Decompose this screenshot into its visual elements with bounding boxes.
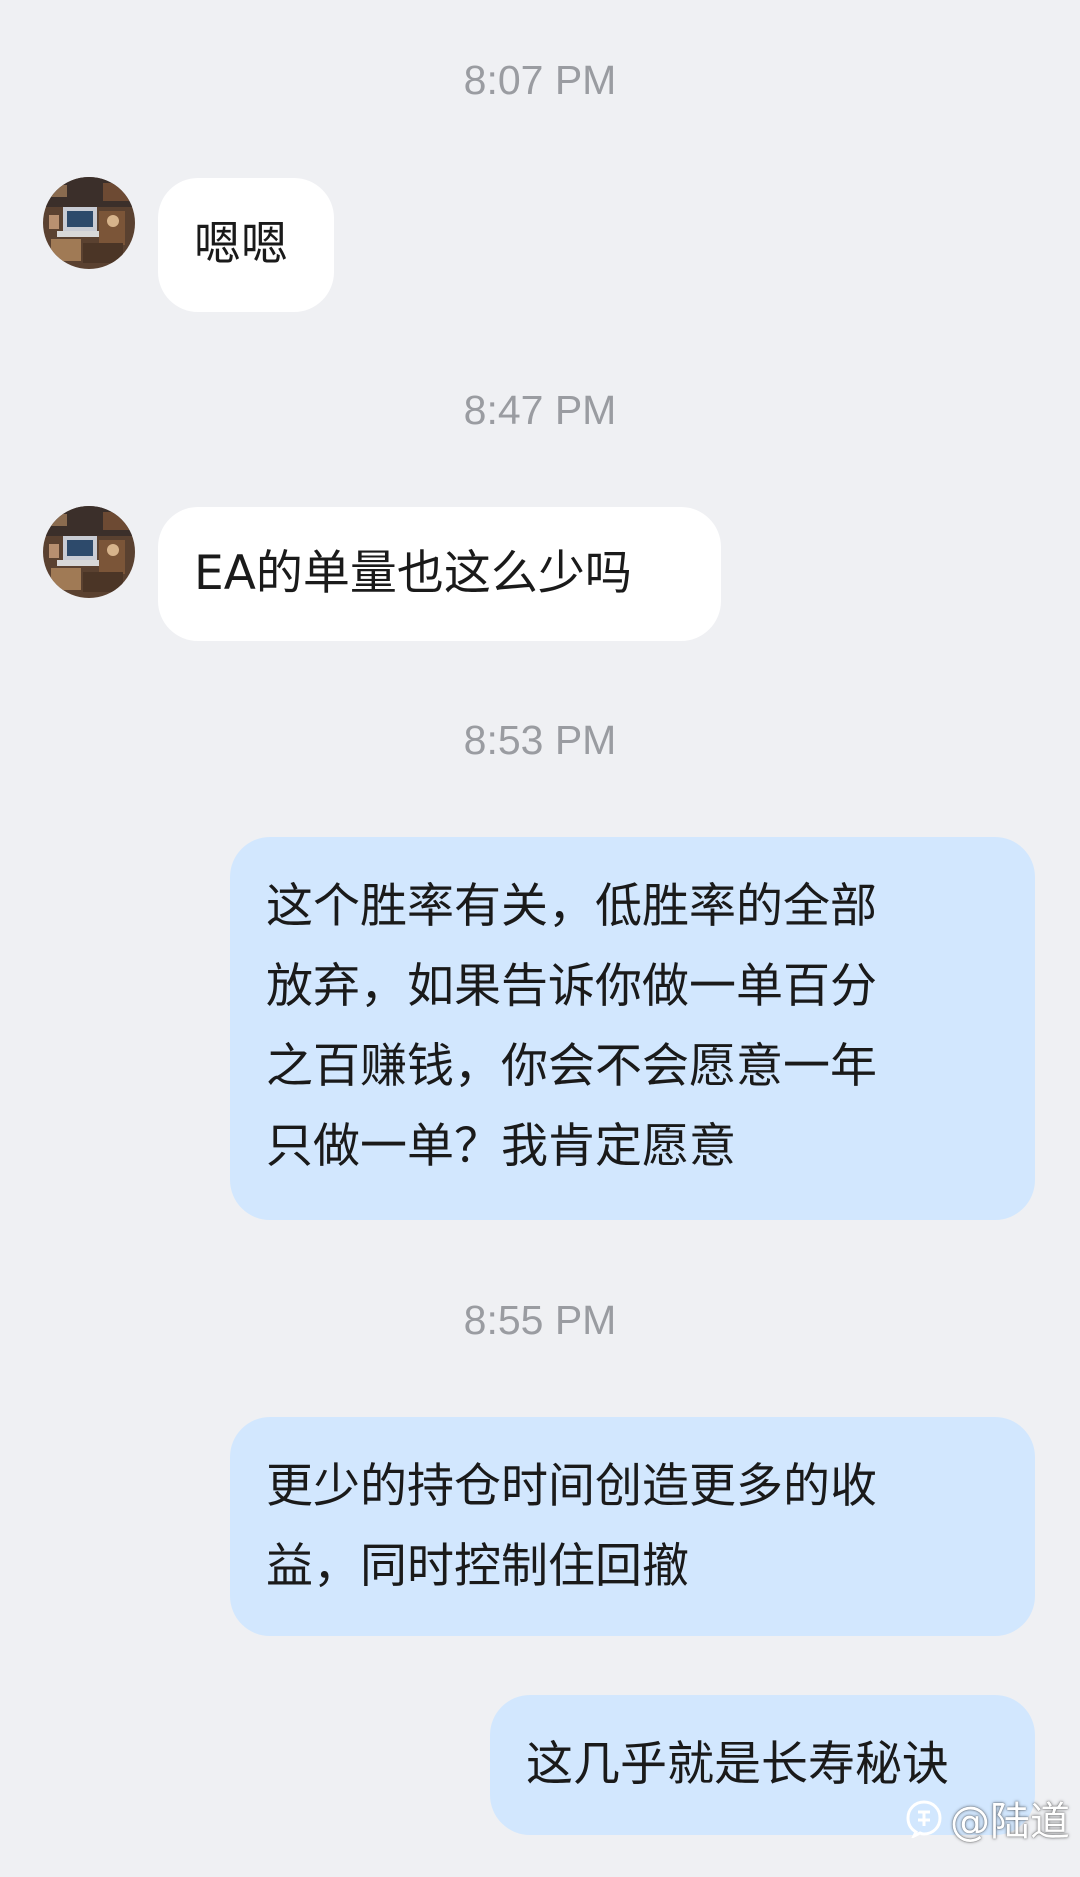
message-line: 更少的持仓时间创造更多的收 — [266, 1459, 877, 1514]
zhihu-logo-icon — [906, 1800, 942, 1838]
message-bubble-incoming[interactable]: 嗯嗯 — [158, 178, 334, 312]
message-line: 益，同时控制住回撤 — [266, 1539, 689, 1594]
message-bubble-outgoing[interactable]: 这个胜率有关，低胜率的全部 放弃，如果告诉你做一单百分 之百赚钱，你会不会愿意一… — [230, 837, 1035, 1220]
message-line: 放弃，如果告诉你做一单百分 — [266, 959, 877, 1014]
message-text: 嗯嗯 — [194, 217, 288, 272]
timestamp: 8:55 PM — [463, 1297, 617, 1343]
watermark: @陆道 — [904, 1789, 1070, 1847]
contact-avatar[interactable] — [43, 177, 135, 269]
message-text: EA的单量也这么少吗 — [194, 546, 632, 601]
message-line: 这个胜率有关，低胜率的全部 — [266, 879, 877, 934]
message-text: 这几乎就是长寿秘诀 — [526, 1737, 949, 1792]
message-line: 之百赚钱，你会不会愿意一年 — [266, 1039, 877, 1094]
message-bubble-incoming[interactable]: EA的单量也这么少吗 — [158, 507, 721, 641]
contact-avatar[interactable] — [43, 506, 135, 598]
timestamp: 8:07 PM — [463, 57, 617, 103]
chat-view[interactable]: 8:07 PM 嗯嗯 8:47 PM EA的单量也这么少吗 8:53 PM 这个… — [0, 0, 1080, 1877]
message-line: 只做一单？我肯定愿意 — [266, 1119, 736, 1174]
timestamp: 8:53 PM — [463, 717, 617, 763]
message-bubble-outgoing[interactable]: 更少的持仓时间创造更多的收 益，同时控制住回撤 — [230, 1417, 1035, 1636]
watermark-text: @陆道 — [950, 1799, 1070, 1845]
timestamp: 8:47 PM — [463, 387, 617, 433]
